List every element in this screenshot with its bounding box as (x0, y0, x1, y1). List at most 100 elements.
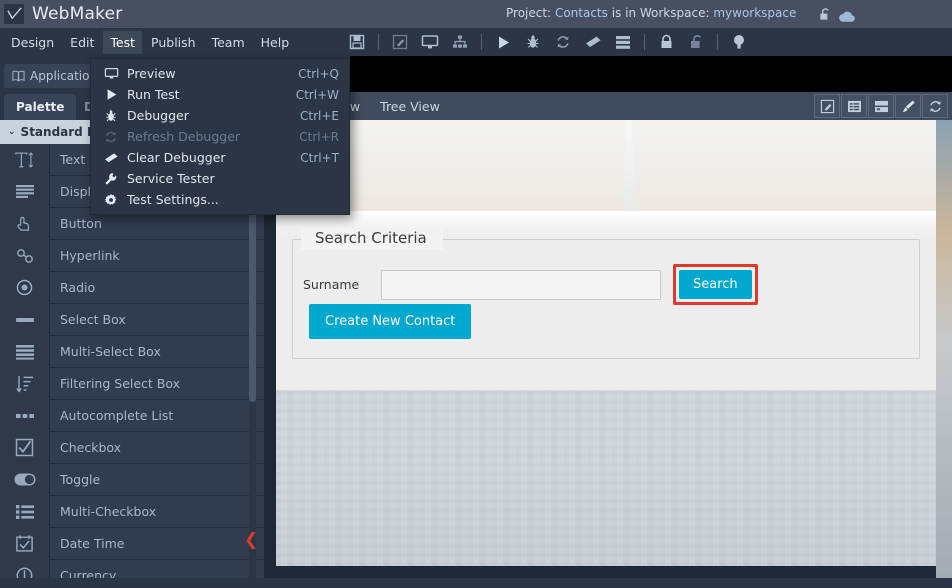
palette-item-label: Radio (60, 280, 96, 295)
menu-item-label: Run Test (127, 87, 180, 102)
unlock-icon[interactable] (818, 7, 833, 26)
view-bar: Layout View Tree View (264, 92, 952, 120)
workspace-prefix: is in Workspace: (611, 6, 710, 20)
save-icon[interactable] (346, 31, 368, 53)
eraser-icon (99, 152, 123, 164)
palette-item-multi-select-box[interactable]: Multi-Select Box (0, 335, 264, 368)
checkmark-logo-icon (6, 7, 22, 19)
project-prefix: Project: (506, 6, 552, 20)
text-field-icon (0, 144, 50, 176)
dots-icon (0, 399, 50, 432)
application-tab-label: Application (30, 69, 98, 83)
menu-item-label: Clear Debugger (127, 150, 226, 165)
multi-checkbox-icon (0, 495, 50, 528)
palette-item-label: Filtering Select Box (60, 376, 181, 391)
palette-item-label: Button (60, 216, 102, 231)
menu-item-refresh-debugger: Refresh Debugger Ctrl+R (91, 126, 349, 147)
toolbar-separator (717, 34, 719, 50)
palette-item-label: Multi-Checkbox (60, 504, 157, 519)
bulb-icon[interactable] (728, 31, 750, 53)
multi-select-icon (0, 335, 50, 368)
calendar-icon (0, 527, 50, 560)
menu-item-clear-debugger[interactable]: Clear Debugger Ctrl+T (91, 147, 349, 168)
select-box-icon (0, 303, 50, 336)
monitor-icon (99, 67, 123, 80)
palette-item-label: Hyperlink (60, 248, 120, 263)
subtab-palette[interactable]: Palette (4, 94, 77, 120)
palette-item-label: Select Box (60, 312, 126, 327)
menu-item-test-settings[interactable]: Test Settings... (91, 189, 349, 210)
menu-team[interactable]: Team (205, 31, 252, 54)
play-icon (99, 88, 123, 101)
button-hand-icon (0, 207, 50, 240)
toggle-icon (0, 463, 50, 496)
panel-collapse-arrow-icon[interactable]: ❮ (244, 532, 258, 549)
menu-item-shortcut: Ctrl+R (299, 129, 339, 144)
tab-tree-view[interactable]: Tree View (380, 99, 440, 114)
search-button-selection-outline: Search (673, 264, 758, 305)
card-view-icon[interactable] (868, 94, 894, 118)
bug-icon (99, 109, 123, 123)
monitor-icon[interactable] (419, 31, 441, 53)
search-form-panel: Search Criteria Surname Search Create Ne… (276, 211, 936, 391)
surname-field-row: Surname Search (303, 264, 758, 305)
cloud-icon[interactable] (838, 8, 857, 27)
menu-item-run-test[interactable]: Run Test Ctrl+W (91, 84, 349, 105)
palette-item-checkbox[interactable]: Checkbox (0, 431, 264, 464)
list-view-icon[interactable] (841, 94, 867, 118)
menu-item-shortcut: Ctrl+Q (298, 66, 339, 81)
title-bar: WebMaker Project: Contacts is in Workspa… (0, 0, 952, 28)
menu-bar: Design Edit Test Publish Team Help (0, 28, 952, 56)
refresh-icon (99, 130, 123, 144)
palette-item-multi-checkbox[interactable]: Multi-Checkbox (0, 495, 264, 528)
sitemap-icon[interactable] (449, 31, 471, 53)
bottom-strip (0, 578, 952, 588)
menu-item-debugger[interactable]: Debugger Ctrl+E (91, 105, 349, 126)
menu-edit[interactable]: Edit (63, 31, 101, 54)
palette-item-label: Date Time (60, 536, 125, 551)
list-icon[interactable] (612, 31, 634, 53)
menu-item-preview[interactable]: Preview Ctrl+Q (91, 63, 349, 84)
search-button[interactable]: Search (679, 270, 752, 299)
edit-icon[interactable] (389, 31, 411, 53)
view-toolbar (813, 94, 948, 118)
menu-item-shortcut: Ctrl+W (295, 87, 339, 102)
edit-icon[interactable] (814, 94, 840, 118)
palette-item-label: Multi-Select Box (60, 344, 161, 359)
menu-item-service-tester[interactable]: Service Tester (91, 168, 349, 189)
palette-item-toggle[interactable]: Toggle (0, 463, 264, 496)
menu-help[interactable]: Help (254, 31, 297, 54)
brush-icon[interactable] (895, 94, 921, 118)
unlock-icon[interactable] (685, 31, 707, 53)
preview-page: Search Criteria Surname Search Create Ne… (276, 120, 936, 566)
menu-item-label: Debugger (127, 108, 189, 123)
menu-item-label: Preview (127, 66, 176, 81)
palette-item-radio[interactable]: Radio (0, 271, 264, 304)
radio-icon (0, 271, 50, 304)
menu-publish[interactable]: Publish (144, 31, 203, 54)
palette-item-filtering-select-box[interactable]: Filtering Select Box (0, 367, 264, 400)
palette-item-hyperlink[interactable]: Hyperlink (0, 239, 264, 272)
lock-icon[interactable] (655, 31, 677, 53)
eraser-icon[interactable] (582, 31, 604, 53)
palette-item-label: Toggle (60, 472, 101, 487)
surname-input[interactable] (381, 269, 661, 300)
refresh-icon[interactable] (552, 31, 574, 53)
palette-item-label: Checkbox (60, 440, 122, 455)
palette-item-select-box[interactable]: Select Box (0, 303, 264, 336)
create-new-contact-button[interactable]: Create New Contact (309, 304, 472, 339)
app-title: WebMaker (32, 4, 123, 24)
menu-design[interactable]: Design (4, 31, 61, 54)
menu-item-label: Service Tester (127, 171, 215, 186)
workspace-name: myworkspace (713, 6, 797, 20)
refresh-icon[interactable] (922, 94, 948, 118)
menu-test[interactable]: Test (103, 30, 143, 54)
display-text-icon (0, 175, 50, 208)
palette-item-date-time[interactable]: Date Time (0, 527, 264, 560)
play-icon[interactable] (492, 31, 514, 53)
palette-item-label: Displ (60, 184, 92, 199)
menu-item-label: Refresh Debugger (127, 129, 241, 144)
bug-icon[interactable] (522, 31, 544, 53)
surname-label: Surname (303, 277, 360, 292)
palette-item-autocomplete-list[interactable]: Autocomplete List (0, 399, 264, 432)
